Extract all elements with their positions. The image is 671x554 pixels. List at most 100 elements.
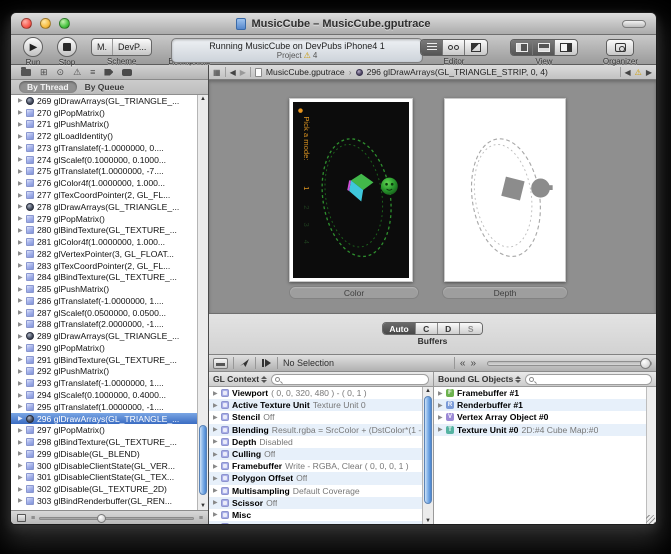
trace-call-row[interactable]: ▶273 glTranslatef(-1.0000000, 0....: [11, 142, 197, 154]
trace-call-row[interactable]: ▶276 glColor4f(1.0000000, 1.000...: [11, 177, 197, 189]
previous-frame-button[interactable]: «: [460, 358, 466, 369]
gl-state-row[interactable]: ▶FramebufferWrite - RGBA, Clear ( 0, 0, …: [209, 460, 422, 472]
bound-objects-scrollbar[interactable]: [646, 387, 656, 525]
gl-state-row[interactable]: ▶BlendingResult.rgba = SrcColor + (DstCo…: [209, 424, 422, 436]
trace-call-row[interactable]: ▶277 glTexCoordPointer(2, GL_FL...: [11, 189, 197, 201]
trace-call-row[interactable]: ▶289 glDrawArrays(GL_TRIANGLE_...: [11, 330, 197, 342]
trace-call-row[interactable]: ▶297 glPopMatrix(): [11, 424, 197, 436]
gl-context-scroll-thumb[interactable]: [424, 396, 432, 504]
navigator-view-button[interactable]: [511, 40, 533, 55]
trace-call-row[interactable]: ▶275 glTranslatef(1.0000000, -7....: [11, 166, 197, 178]
tab-by-queue[interactable]: By Queue: [85, 82, 125, 92]
utilities-view-button[interactable]: [555, 40, 577, 55]
bound-object-row[interactable]: ▶TTexture Unit #02D:#4 Cube Map:#0: [434, 424, 646, 436]
trace-call-row[interactable]: ▶292 glPushMatrix(): [11, 366, 197, 378]
scroll-up-icon[interactable]: ▲: [200, 96, 206, 102]
scroll-up-icon[interactable]: ▲: [425, 388, 431, 394]
navigator-scrollbar[interactable]: ▲ ▼: [197, 95, 208, 510]
gl-context-search[interactable]: [271, 374, 429, 385]
frame-slider-knob[interactable]: [97, 514, 106, 523]
trace-call-row[interactable]: ▶302 glDisable(GL_TEXTURE_2D): [11, 483, 197, 495]
debug-navigator-icon[interactable]: ≡: [90, 68, 95, 77]
trace-call-row[interactable]: ▶295 glTranslatef(1.0000000, -1....: [11, 401, 197, 413]
minimize-button[interactable]: [40, 18, 51, 29]
trace-call-row[interactable]: ▶290 glPopMatrix(): [11, 342, 197, 354]
color-buffer-button[interactable]: Color: [289, 286, 419, 299]
time-navigator-icon[interactable]: ⊙: [57, 68, 65, 77]
trace-call-row[interactable]: ▶296 glDrawArrays(GL_TRIANGLE_...: [11, 413, 197, 425]
log-navigator-icon[interactable]: [122, 69, 132, 76]
trace-call-row[interactable]: ▶272 glLoadIdentity(): [11, 130, 197, 142]
trace-call-row[interactable]: ▶284 glBindTexture(GL_TEXTURE_...: [11, 271, 197, 283]
gl-state-row[interactable]: ▶StencilOff: [209, 411, 422, 423]
bound-object-row[interactable]: ▶VVertex Array Object #0: [434, 411, 646, 423]
run-button[interactable]: ▶: [23, 37, 43, 57]
window-resize-grip[interactable]: [646, 515, 655, 524]
debug-view-button[interactable]: [533, 40, 555, 55]
jumpbar-selection[interactable]: 296 glDrawArrays(GL_TRIANGLE_STRIP, 0, 4…: [367, 67, 548, 77]
trace-call-row[interactable]: ▶274 glScalef(0.1000000, 0.1000...: [11, 154, 197, 166]
step-over-icon[interactable]: [261, 358, 272, 368]
bound-objects-search-input[interactable]: [536, 375, 648, 384]
trace-call-row[interactable]: ▶285 glPushMatrix(): [11, 283, 197, 295]
trace-call-row[interactable]: ▶270 glPopMatrix(): [11, 107, 197, 119]
gl-context-popup[interactable]: GL Context: [213, 374, 267, 384]
tab-by-thread[interactable]: By Thread: [19, 81, 77, 93]
zoom-button[interactable]: [59, 18, 70, 29]
navigator-scroll-thumb[interactable]: [199, 425, 207, 495]
standard-editor-button[interactable]: [421, 40, 443, 55]
trace-call-row[interactable]: ▶279 glPopMatrix(): [11, 213, 197, 225]
symbol-navigator-icon[interactable]: ⊞: [40, 68, 48, 77]
next-frame-button[interactable]: »: [470, 358, 476, 369]
forward-button[interactable]: ▶: [240, 68, 246, 77]
trace-call-row[interactable]: ▶278 glDrawArrays(GL_TRIANGLE_...: [11, 201, 197, 213]
gl-context-search-input[interactable]: [282, 375, 425, 384]
color-buffer-preview[interactable]: Pick a mode: 1 2 3 4: [289, 98, 413, 282]
buffer-depth-button[interactable]: D: [438, 323, 460, 334]
next-issue-button[interactable]: ▶: [646, 68, 652, 77]
gl-state-row[interactable]: ▶DepthDisabled: [209, 436, 422, 448]
trace-call-row[interactable]: ▶301 glDisableClientState(GL_TEX...: [11, 472, 197, 484]
gl-state-row[interactable]: ▶Misc: [209, 509, 422, 521]
trace-call-row[interactable]: ▶291 glBindTexture(GL_TEXTURE_...: [11, 354, 197, 366]
back-button[interactable]: ◀: [230, 68, 236, 77]
gl-state-row[interactable]: ▶Active Texture UnitTexture Unit 0: [209, 399, 422, 411]
frame-range-icon[interactable]: [17, 514, 26, 522]
gl-state-row[interactable]: ▶MultisamplingDefault Coverage: [209, 485, 422, 497]
frame-slider[interactable]: [39, 517, 194, 520]
version-editor-button[interactable]: [465, 40, 487, 55]
stop-button[interactable]: [57, 37, 77, 57]
breakpoint-navigator-icon[interactable]: [104, 69, 113, 76]
trace-call-row[interactable]: ▶288 glTranslatef(2.0000000, -1....: [11, 319, 197, 331]
hide-debug-area-button[interactable]: [213, 358, 228, 369]
previous-issue-button[interactable]: ◀: [625, 68, 631, 77]
gl-context-scrollbar[interactable]: ▲ ▼: [422, 387, 433, 525]
gl-state-row[interactable]: ▶Alpha Test: [209, 521, 422, 525]
continue-icon[interactable]: [239, 358, 250, 368]
trace-call-row[interactable]: ▶298 glBindTexture(GL_TEXTURE_...: [11, 436, 197, 448]
buffer-auto-button[interactable]: Auto: [383, 323, 415, 334]
jumpbar-file[interactable]: MusicCube.gputrace: [266, 67, 345, 77]
trace-call-row[interactable]: ▶271 glPushMatrix(): [11, 119, 197, 131]
trace-call-row[interactable]: ▶293 glTranslatef(-1.0000000, 1....: [11, 377, 197, 389]
bound-objects-popup[interactable]: Bound GL Objects: [438, 374, 521, 384]
trace-call-row[interactable]: ▶281 glColor4f(1.0000000, 1.000...: [11, 236, 197, 248]
organizer-button[interactable]: [607, 40, 633, 55]
gl-state-row[interactable]: ▶ScissorOff: [209, 497, 422, 509]
scheme-segment-destination[interactable]: DevP...: [113, 39, 151, 55]
toolbar-toggle-button[interactable]: [622, 20, 646, 28]
document-proxy-icon[interactable]: [236, 18, 246, 30]
trace-call-row[interactable]: ▶269 glDrawArrays(GL_TRIANGLE_...: [11, 95, 197, 107]
bound-object-row[interactable]: ▶FFramebuffer #1: [434, 387, 646, 399]
trace-call-row[interactable]: ▶283 glTexCoordPointer(2, GL_FL...: [11, 260, 197, 272]
assistant-editor-button[interactable]: [443, 40, 465, 55]
trace-call-row[interactable]: ▶299 glDisable(GL_BLEND): [11, 448, 197, 460]
depth-buffer-button[interactable]: Depth: [442, 286, 568, 299]
frame-scrubber[interactable]: [487, 361, 652, 366]
trace-call-row[interactable]: ▶282 glVertexPointer(3, GL_FLOAT...: [11, 248, 197, 260]
buffer-stencil-button[interactable]: S: [460, 323, 482, 334]
bound-objects-search[interactable]: [525, 374, 652, 385]
bound-object-row[interactable]: ▶RRenderbuffer #1: [434, 399, 646, 411]
scroll-down-icon[interactable]: ▼: [200, 503, 206, 509]
buffer-color-button[interactable]: C: [416, 323, 438, 334]
